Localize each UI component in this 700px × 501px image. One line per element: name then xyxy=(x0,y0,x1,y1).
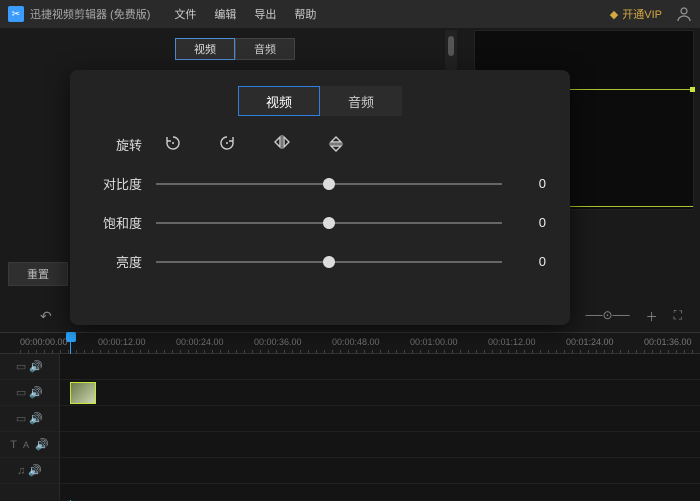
track-row xyxy=(60,432,700,458)
track-label-video[interactable]: ▭ 🔊 xyxy=(0,354,59,380)
track-label-audio[interactable]: ♫ 🔊 xyxy=(0,458,59,484)
ruler-tick: 00:01:00.00 xyxy=(410,337,458,347)
menu-file[interactable]: 文件 xyxy=(174,6,196,22)
titlebar: ✂ 迅捷视频剪辑器 (免费版) 文件 编辑 导出 帮助 ◆ 开通VIP xyxy=(0,0,700,28)
edit-toolbar: ↶ xyxy=(40,308,52,325)
modal-tab-audio[interactable]: 音频 xyxy=(320,86,402,116)
diamond-icon: ◆ xyxy=(610,8,618,21)
contrast-slider[interactable] xyxy=(156,177,502,191)
vip-button[interactable]: ◆ 开通VIP xyxy=(610,6,662,22)
ruler-tick: 00:01:36.00 xyxy=(644,337,692,347)
reset-button[interactable]: 重置 xyxy=(8,262,68,286)
ruler-tick: 00:00:00.00 xyxy=(20,337,68,347)
contrast-value: 0 xyxy=(516,176,546,191)
menu-help[interactable]: 帮助 xyxy=(294,6,316,22)
app-title: 迅捷视频剪辑器 (免费版) xyxy=(30,6,150,22)
ruler-tick: 00:01:24.00 xyxy=(566,337,614,347)
undo-icon[interactable]: ↶ xyxy=(40,308,52,325)
track-label-text[interactable]: TA 🔊 xyxy=(0,432,59,458)
ruler-tick: 00:00:12.00 xyxy=(98,337,146,347)
timeline-ruler[interactable]: 00:00:00.00 00:00:12.00 00:00:24.00 00:00:3… xyxy=(0,332,700,354)
track-row xyxy=(60,354,700,380)
upper-tab-audio[interactable]: 音频 xyxy=(235,38,295,60)
zoom-slider-icon[interactable]: ──⊙── xyxy=(586,308,630,325)
menu-edit[interactable]: 编辑 xyxy=(214,6,236,22)
flip-vertical-icon[interactable] xyxy=(328,134,344,154)
ruler-tick: 00:00:48.00 xyxy=(332,337,380,347)
saturation-slider[interactable] xyxy=(156,216,502,230)
brightness-slider[interactable] xyxy=(156,255,502,269)
rotate-right-icon[interactable] xyxy=(218,134,236,154)
ruler-tick: 00:01:12.00 xyxy=(488,337,536,347)
track-label-overlay[interactable]: ▭ 🔊 xyxy=(0,406,59,432)
zoom-in-icon[interactable]: ＋ xyxy=(646,308,658,325)
saturation-label: 饱和度 xyxy=(94,213,142,232)
brightness-value: 0 xyxy=(516,254,546,269)
modal-tab-video[interactable]: 视频 xyxy=(238,86,320,116)
flip-horizontal-icon[interactable] xyxy=(272,134,292,154)
adjustment-panel: 视频 音频 旋转 对比度 0 饱和度 0 亮度 0 xyxy=(70,70,570,325)
main-menu: 文件 编辑 导出 帮助 xyxy=(174,6,316,22)
track-content[interactable] xyxy=(60,354,700,500)
menu-export[interactable]: 导出 xyxy=(254,6,276,22)
contrast-label: 对比度 xyxy=(94,174,142,193)
track-row xyxy=(60,380,700,406)
track-labels: ▭ 🔊 ▭ 🔊 ▭ 🔊 TA 🔊 ♫ 🔊 xyxy=(0,354,60,500)
ruler-tick: 00:00:36.00 xyxy=(254,337,302,347)
ruler-tick: 00:00:24.00 xyxy=(176,337,224,347)
rotate-left-icon[interactable] xyxy=(164,134,182,154)
vip-label: 开通VIP xyxy=(622,6,662,22)
brightness-label: 亮度 xyxy=(94,252,142,271)
track-row xyxy=(60,406,700,432)
user-account-icon[interactable] xyxy=(676,6,692,22)
track-row xyxy=(60,458,700,484)
timeline-tracks: ▭ 🔊 ▭ 🔊 ▭ 🔊 TA 🔊 ♫ 🔊 xyxy=(0,354,700,500)
saturation-value: 0 xyxy=(516,215,546,230)
rotate-label: 旋转 xyxy=(94,135,142,154)
track-label-video2[interactable]: ▭ 🔊 xyxy=(0,380,59,406)
upper-tab-video[interactable]: 视频 xyxy=(175,38,235,60)
app-logo-icon: ✂ xyxy=(8,6,24,22)
fit-icon[interactable]: ⛶ xyxy=(674,308,682,325)
video-clip[interactable] xyxy=(70,382,96,404)
